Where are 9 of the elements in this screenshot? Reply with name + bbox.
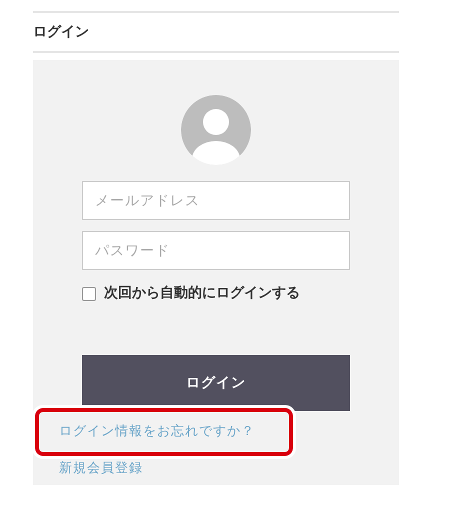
page-title: ログイン	[33, 23, 90, 42]
forgot-login-link[interactable]: ログイン情報をお忘れですか？	[59, 417, 327, 447]
avatar-icon	[181, 95, 251, 165]
remember-checkbox[interactable]	[82, 286, 96, 300]
login-button[interactable]: ログイン	[82, 355, 350, 411]
register-link[interactable]: 新規会員登録	[59, 459, 327, 478]
email-field[interactable]: メールアドレス	[82, 181, 350, 220]
remember-label: 次回から自動的にログインする	[104, 284, 300, 303]
password-field[interactable]: パスワード	[82, 231, 350, 270]
